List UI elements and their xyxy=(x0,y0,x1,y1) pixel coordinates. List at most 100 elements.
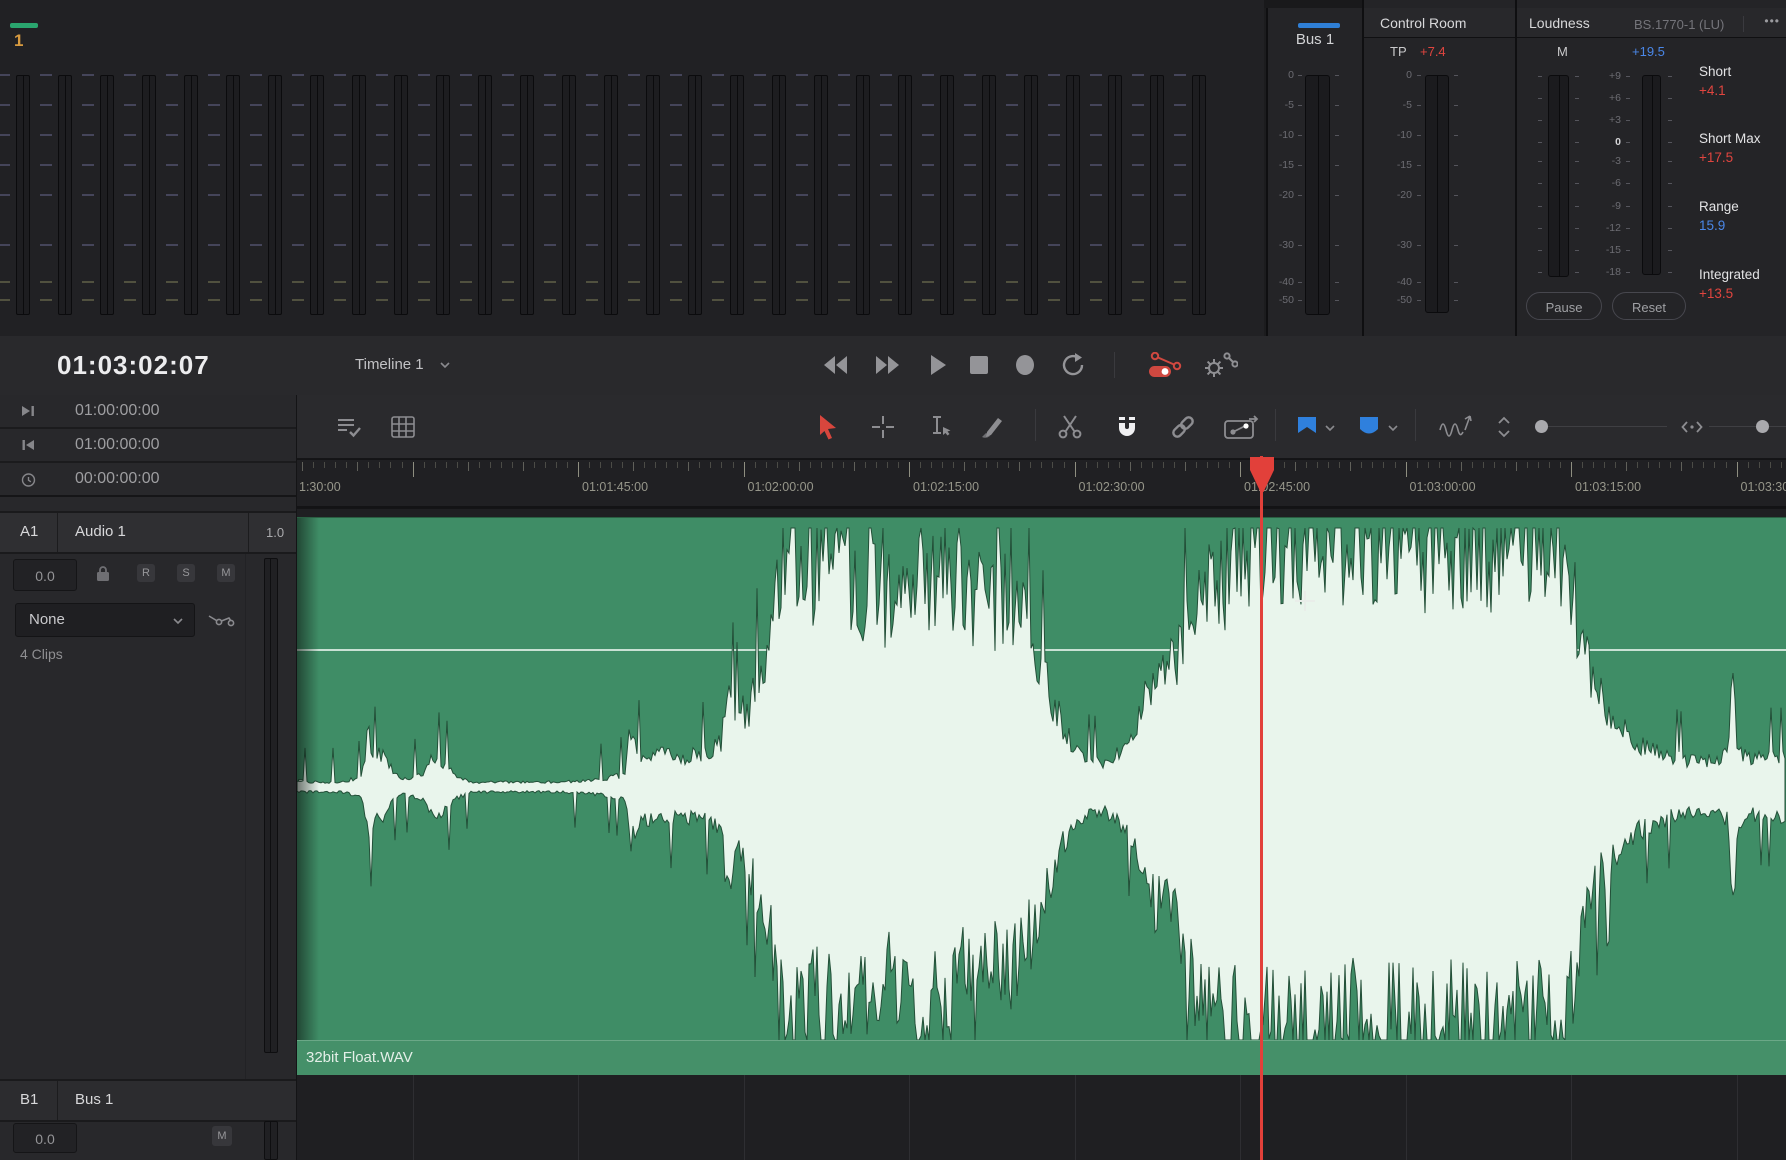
playhead-line[interactable] xyxy=(1260,456,1263,1160)
header-divider xyxy=(1743,16,1744,32)
channel-meter xyxy=(394,75,408,315)
automation-icon[interactable] xyxy=(1146,352,1184,378)
track-b1-mute-button[interactable]: M xyxy=(212,1126,232,1146)
selection-tool-icon[interactable] xyxy=(814,413,842,441)
transport-settings-icon[interactable] xyxy=(1200,352,1238,378)
meter-scale-tick xyxy=(124,281,136,283)
meter-scale-tick xyxy=(1174,74,1186,76)
reset-button[interactable]: Reset xyxy=(1612,292,1686,320)
track-a1-effects-dropdown[interactable]: None xyxy=(15,603,195,637)
meter-scale-tick xyxy=(712,134,724,136)
meter-scale-tick xyxy=(334,104,346,106)
marker-icon[interactable] xyxy=(1355,413,1383,441)
loudness-menu-icon[interactable]: ••• xyxy=(1764,14,1780,28)
slider-thumb[interactable] xyxy=(1756,420,1769,433)
meter-scale-tick xyxy=(166,281,178,283)
track-a1-title-row[interactable]: A1 Audio 1 1.0 xyxy=(0,511,296,554)
ruler-tick xyxy=(1748,462,1749,468)
meter-scale-tick xyxy=(670,244,682,246)
header-column-divider xyxy=(245,554,246,1079)
channel-meter xyxy=(940,75,954,315)
meter-scale-tick xyxy=(1006,134,1018,136)
ruler-tick xyxy=(953,462,954,468)
play-button[interactable] xyxy=(922,352,952,378)
track-a1-record-arm-button[interactable]: R xyxy=(137,564,155,582)
keyframe-box-icon[interactable] xyxy=(1223,413,1261,441)
waveform-zoom-icon[interactable] xyxy=(1437,413,1477,441)
meter-scale-label: 0 xyxy=(1260,69,1294,81)
fast-forward-button[interactable] xyxy=(873,352,903,378)
track-b1-gain-field[interactable]: 0.0 xyxy=(13,1123,77,1153)
track-index-icon[interactable] xyxy=(389,413,417,441)
timeline-view-options-icon[interactable] xyxy=(335,413,363,441)
pause-button[interactable]: Pause xyxy=(1526,292,1602,320)
loudness-stat-label: Short Max xyxy=(1699,131,1761,146)
meter-scale-tick xyxy=(334,194,346,196)
meter-scale-tick xyxy=(124,194,136,196)
vertical-expand-icon[interactable] xyxy=(1495,413,1513,441)
scissors-icon[interactable] xyxy=(1056,413,1084,441)
track-a1-gain-field[interactable]: 0.0 xyxy=(13,559,77,591)
loop-button[interactable] xyxy=(1058,352,1088,378)
track-b1-title-row[interactable]: B1 Bus 1 xyxy=(0,1079,296,1122)
meter-scale-tick xyxy=(166,194,178,196)
record-button[interactable] xyxy=(1010,352,1040,378)
timeline-ruler[interactable]: 01:01:45:0001:02:00:0001:02:15:0001:02:3… xyxy=(297,460,1786,508)
audio-clip[interactable]: 32bit Float.WAV xyxy=(297,517,1786,1075)
meter-scale-tick xyxy=(376,74,388,76)
timeline-selector[interactable]: Timeline 1 xyxy=(355,356,424,373)
meter-scale-label: -5 xyxy=(1260,99,1294,111)
meter-scale-tick xyxy=(754,134,766,136)
lock-icon[interactable] xyxy=(95,564,111,582)
meter-scale-tick xyxy=(1090,164,1102,166)
ruler-tick xyxy=(898,462,899,468)
meter-scale-label: -20 xyxy=(1378,189,1412,201)
rewind-button[interactable] xyxy=(820,352,850,378)
track-a1-mute-button[interactable]: M xyxy=(217,564,235,582)
edit-tool-icon[interactable] xyxy=(925,413,953,441)
toolbar-divider xyxy=(1415,409,1416,441)
marker-chevron-down-icon[interactable] xyxy=(1386,421,1400,435)
meter-scale-tick xyxy=(1006,74,1018,76)
ruler-tick xyxy=(1737,462,1738,477)
ruler-tick xyxy=(1041,462,1042,468)
automation-curve-icon[interactable] xyxy=(205,608,237,632)
ruler-tick xyxy=(1428,462,1429,468)
meter-scale-tick xyxy=(754,104,766,106)
meter-scale-tick xyxy=(502,74,514,76)
horizontal-zoom-icon[interactable] xyxy=(1681,413,1703,441)
meter-scale-tick xyxy=(82,244,94,246)
ruler-tick xyxy=(567,462,568,468)
chevron-down-icon[interactable] xyxy=(438,358,452,372)
timeline-area[interactable]: 32bit Float.WAV xyxy=(297,509,1786,1160)
meter-scale-label: -9 xyxy=(1587,200,1621,212)
ruler-tick xyxy=(512,462,513,468)
meter-scale-tick xyxy=(124,244,136,246)
duration-row[interactable]: 00:00:00:00 xyxy=(0,463,296,497)
in-point-row[interactable]: 01:00:00:00 xyxy=(0,429,296,463)
ruler-tick xyxy=(1328,462,1329,468)
track-a1-volume[interactable]: 1.0 xyxy=(266,525,284,540)
track-b1-id: B1 xyxy=(20,1091,38,1108)
link-icon[interactable] xyxy=(1169,413,1197,441)
meter-scale-dash xyxy=(1668,206,1672,207)
stop-button[interactable] xyxy=(964,352,994,378)
flag-chevron-down-icon[interactable] xyxy=(1323,421,1337,435)
out-point-row[interactable]: 01:00:00:00 xyxy=(0,395,296,429)
range-tool-icon[interactable] xyxy=(869,413,897,441)
slider-thumb[interactable] xyxy=(1535,420,1548,433)
toolbar-divider xyxy=(1035,409,1036,441)
ruler-tick xyxy=(1383,462,1384,468)
snap-magnet-icon[interactable] xyxy=(1113,413,1141,441)
ruler-tick xyxy=(534,462,535,468)
ruler-tick xyxy=(1417,462,1418,468)
meter-scale-tick xyxy=(250,281,262,283)
meter-scale-tick xyxy=(796,281,808,283)
chevron-down-icon xyxy=(171,615,185,627)
flag-icon[interactable] xyxy=(1293,413,1321,441)
bus-meter-panel[interactable]: Bus 1 0-5-10-15-20-30-40-50 xyxy=(1266,8,1362,336)
pencil-tool-icon[interactable] xyxy=(978,413,1006,441)
meter-scale-dash xyxy=(1335,105,1339,106)
track-a1-solo-button[interactable]: S xyxy=(177,564,195,582)
playhead-handle[interactable] xyxy=(1249,456,1275,493)
